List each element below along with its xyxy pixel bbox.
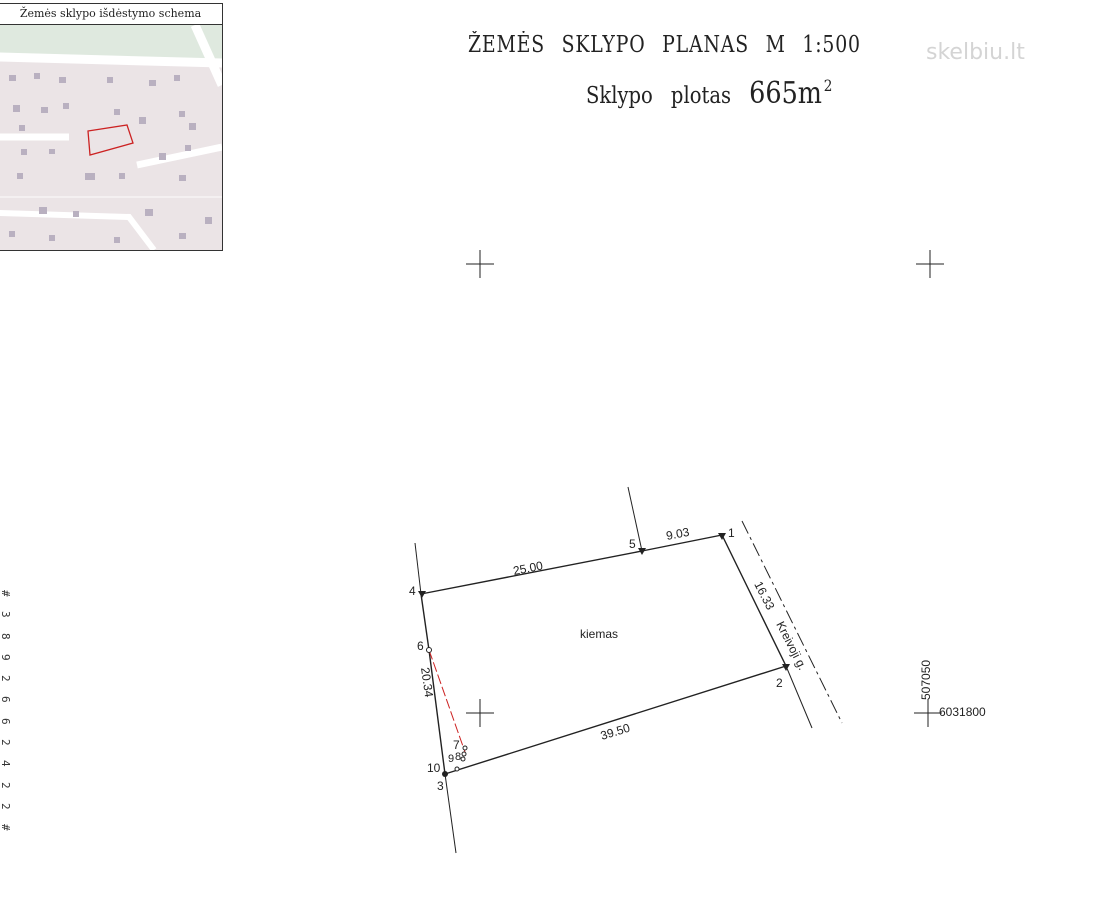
street-label: Kreivoji g. xyxy=(773,619,809,672)
grid-x-label: 507050 xyxy=(919,660,933,700)
edge-mark: # xyxy=(0,824,12,831)
yard-label: kiemas xyxy=(580,627,618,641)
edge-mark: 9 xyxy=(0,653,12,661)
point-marker xyxy=(461,751,467,757)
edge-mark: 8 xyxy=(0,632,12,640)
boundary-extension xyxy=(414,542,422,595)
edge-mark: 6 xyxy=(0,696,12,704)
boundary-extension xyxy=(444,773,457,854)
plan-page: Žemės sklypo išdėstymo schema ŽEMĖS SKLY… xyxy=(0,0,1104,900)
parcel-plan: 1 2 3 4 5 6 7 8 9 10 25.00 9.03 16.33 39… xyxy=(409,250,986,854)
point-marker xyxy=(460,756,466,762)
point-marker xyxy=(442,771,448,777)
point-marker xyxy=(462,745,468,751)
point-label-10: 10 xyxy=(427,761,441,775)
grid-cross xyxy=(466,250,494,278)
point-label-8: 8 xyxy=(455,751,461,763)
edge-mark: # xyxy=(0,590,12,597)
neighbour-boundaries xyxy=(414,486,643,854)
edge-mark: 2 xyxy=(0,802,12,810)
point-marker xyxy=(418,591,426,598)
red-line xyxy=(428,649,466,753)
point-label-5: 5 xyxy=(629,537,636,551)
edge-mark: 2 xyxy=(0,675,12,682)
edge-mark: 6 xyxy=(0,717,12,725)
edge-mark: 2 xyxy=(0,781,12,789)
point-marker xyxy=(454,766,460,772)
edge-mark: 3 xyxy=(0,611,12,618)
grid-crosses xyxy=(466,250,944,727)
point-label-6: 6 xyxy=(417,639,424,653)
edge-marks: # 3 8 9 2 6 6 2 4 2 2 # xyxy=(0,590,12,846)
point-label-9: 9 xyxy=(448,753,454,765)
street-line xyxy=(741,520,843,724)
grid-y-label: 6031800 xyxy=(939,705,986,719)
grid-cross xyxy=(914,699,942,727)
street-line xyxy=(785,665,813,729)
point-label-2: 2 xyxy=(776,676,783,690)
point-label-4: 4 xyxy=(409,584,416,598)
edge-mark: 4 xyxy=(0,760,12,767)
distance-5-1: 9.03 xyxy=(665,525,691,543)
distance-4-3: 20.34 xyxy=(418,666,436,698)
point-marker xyxy=(718,533,726,540)
grid-cross xyxy=(466,699,494,727)
grid-cross xyxy=(916,250,944,278)
point-label-7: 7 xyxy=(453,738,460,752)
point-label-3: 3 xyxy=(437,779,444,793)
edge-mark: 2 xyxy=(0,739,12,746)
distance-4-5: 25.00 xyxy=(512,558,544,578)
point-marker xyxy=(426,647,432,653)
point-label-1: 1 xyxy=(728,526,735,540)
